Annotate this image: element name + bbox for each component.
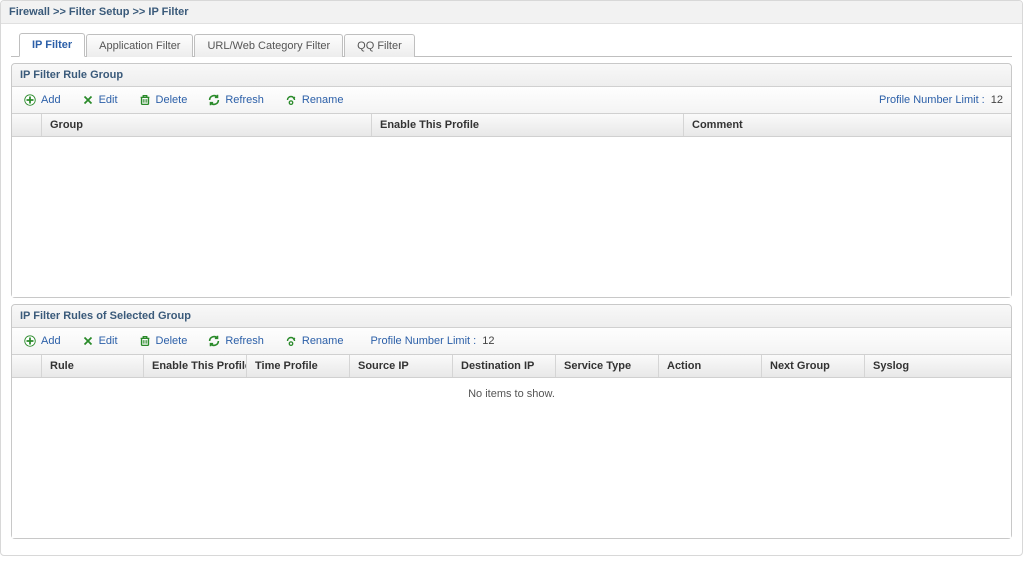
breadcrumb: Firewall >> Filter Setup >> IP Filter xyxy=(1,1,1022,24)
add-icon xyxy=(23,93,37,107)
rules-panel-title: IP Filter Rules of Selected Group xyxy=(12,305,1011,328)
col-enable[interactable]: Enable This Profile xyxy=(144,355,247,377)
profile-limit: Profile Number Limit : 12 xyxy=(879,94,1003,106)
delete-icon xyxy=(138,93,152,107)
edit-label: Edit xyxy=(99,94,118,106)
profile-limit-value: 12 xyxy=(482,335,494,347)
col-select[interactable] xyxy=(12,355,42,377)
delete-button[interactable]: Delete xyxy=(135,91,191,109)
profile-limit-label: Profile Number Limit : xyxy=(879,94,985,106)
rename-label: Rename xyxy=(302,94,344,106)
col-dest-ip[interactable]: Destination IP xyxy=(453,355,556,377)
delete-button[interactable]: Delete xyxy=(135,332,191,350)
group-panel: IP Filter Rule Group Add Edit Delete Ref… xyxy=(11,63,1012,298)
delete-label: Delete xyxy=(156,94,188,106)
add-button[interactable]: Add xyxy=(20,332,64,350)
tab-qq-filter[interactable]: QQ Filter xyxy=(344,34,415,57)
profile-limit: Profile Number Limit : 12 xyxy=(370,335,494,347)
refresh-button[interactable]: Refresh xyxy=(204,332,267,350)
edit-icon xyxy=(81,93,95,107)
add-label: Add xyxy=(41,94,61,106)
add-icon xyxy=(23,334,37,348)
col-comment[interactable]: Comment xyxy=(684,114,1011,136)
tab-url-category-filter[interactable]: URL/Web Category Filter xyxy=(194,34,343,57)
refresh-icon xyxy=(207,93,221,107)
delete-label: Delete xyxy=(156,335,188,347)
col-time[interactable]: Time Profile xyxy=(247,355,350,377)
add-label: Add xyxy=(41,335,61,347)
col-next-group[interactable]: Next Group xyxy=(762,355,865,377)
col-select[interactable] xyxy=(12,114,42,136)
group-table-header: Group Enable This Profile Comment xyxy=(12,114,1011,137)
main-window: Firewall >> Filter Setup >> IP Filter IP… xyxy=(0,0,1023,556)
rename-icon xyxy=(284,334,298,348)
group-toolbar: Add Edit Delete Refresh Rename xyxy=(12,87,1011,114)
profile-limit-label: Profile Number Limit : xyxy=(370,335,476,347)
refresh-label: Refresh xyxy=(225,335,264,347)
tab-ip-filter[interactable]: IP Filter xyxy=(19,33,85,57)
col-service-type[interactable]: Service Type xyxy=(556,355,659,377)
add-button[interactable]: Add xyxy=(20,91,64,109)
delete-icon xyxy=(138,334,152,348)
col-group[interactable]: Group xyxy=(42,114,372,136)
refresh-button[interactable]: Refresh xyxy=(204,91,267,109)
tab-bar: IP Filter Application Filter URL/Web Cat… xyxy=(11,32,1012,57)
edit-icon xyxy=(81,334,95,348)
col-action[interactable]: Action xyxy=(659,355,762,377)
content: IP Filter Application Filter URL/Web Cat… xyxy=(1,24,1022,547)
tab-application-filter[interactable]: Application Filter xyxy=(86,34,193,57)
rules-toolbar: Add Edit Delete Refresh Rename xyxy=(12,328,1011,355)
rules-table-header: Rule Enable This Profile Time Profile So… xyxy=(12,355,1011,378)
col-syslog[interactable]: Syslog xyxy=(865,355,1011,377)
profile-limit-value: 12 xyxy=(991,94,1003,106)
rename-button[interactable]: Rename xyxy=(281,91,347,109)
col-rule[interactable]: Rule xyxy=(42,355,144,377)
edit-button[interactable]: Edit xyxy=(78,91,121,109)
col-enable[interactable]: Enable This Profile xyxy=(372,114,684,136)
refresh-icon xyxy=(207,334,221,348)
refresh-label: Refresh xyxy=(225,94,264,106)
rules-panel: IP Filter Rules of Selected Group Add Ed… xyxy=(11,304,1012,539)
rename-button[interactable]: Rename xyxy=(281,332,347,350)
rename-label: Rename xyxy=(302,335,344,347)
col-source-ip[interactable]: Source IP xyxy=(350,355,453,377)
rules-table-body[interactable]: No items to show. xyxy=(12,378,1011,538)
group-panel-title: IP Filter Rule Group xyxy=(12,64,1011,87)
rename-icon xyxy=(284,93,298,107)
empty-message: No items to show. xyxy=(12,378,1011,410)
edit-label: Edit xyxy=(99,335,118,347)
group-table-body[interactable] xyxy=(12,137,1011,297)
edit-button[interactable]: Edit xyxy=(78,332,121,350)
